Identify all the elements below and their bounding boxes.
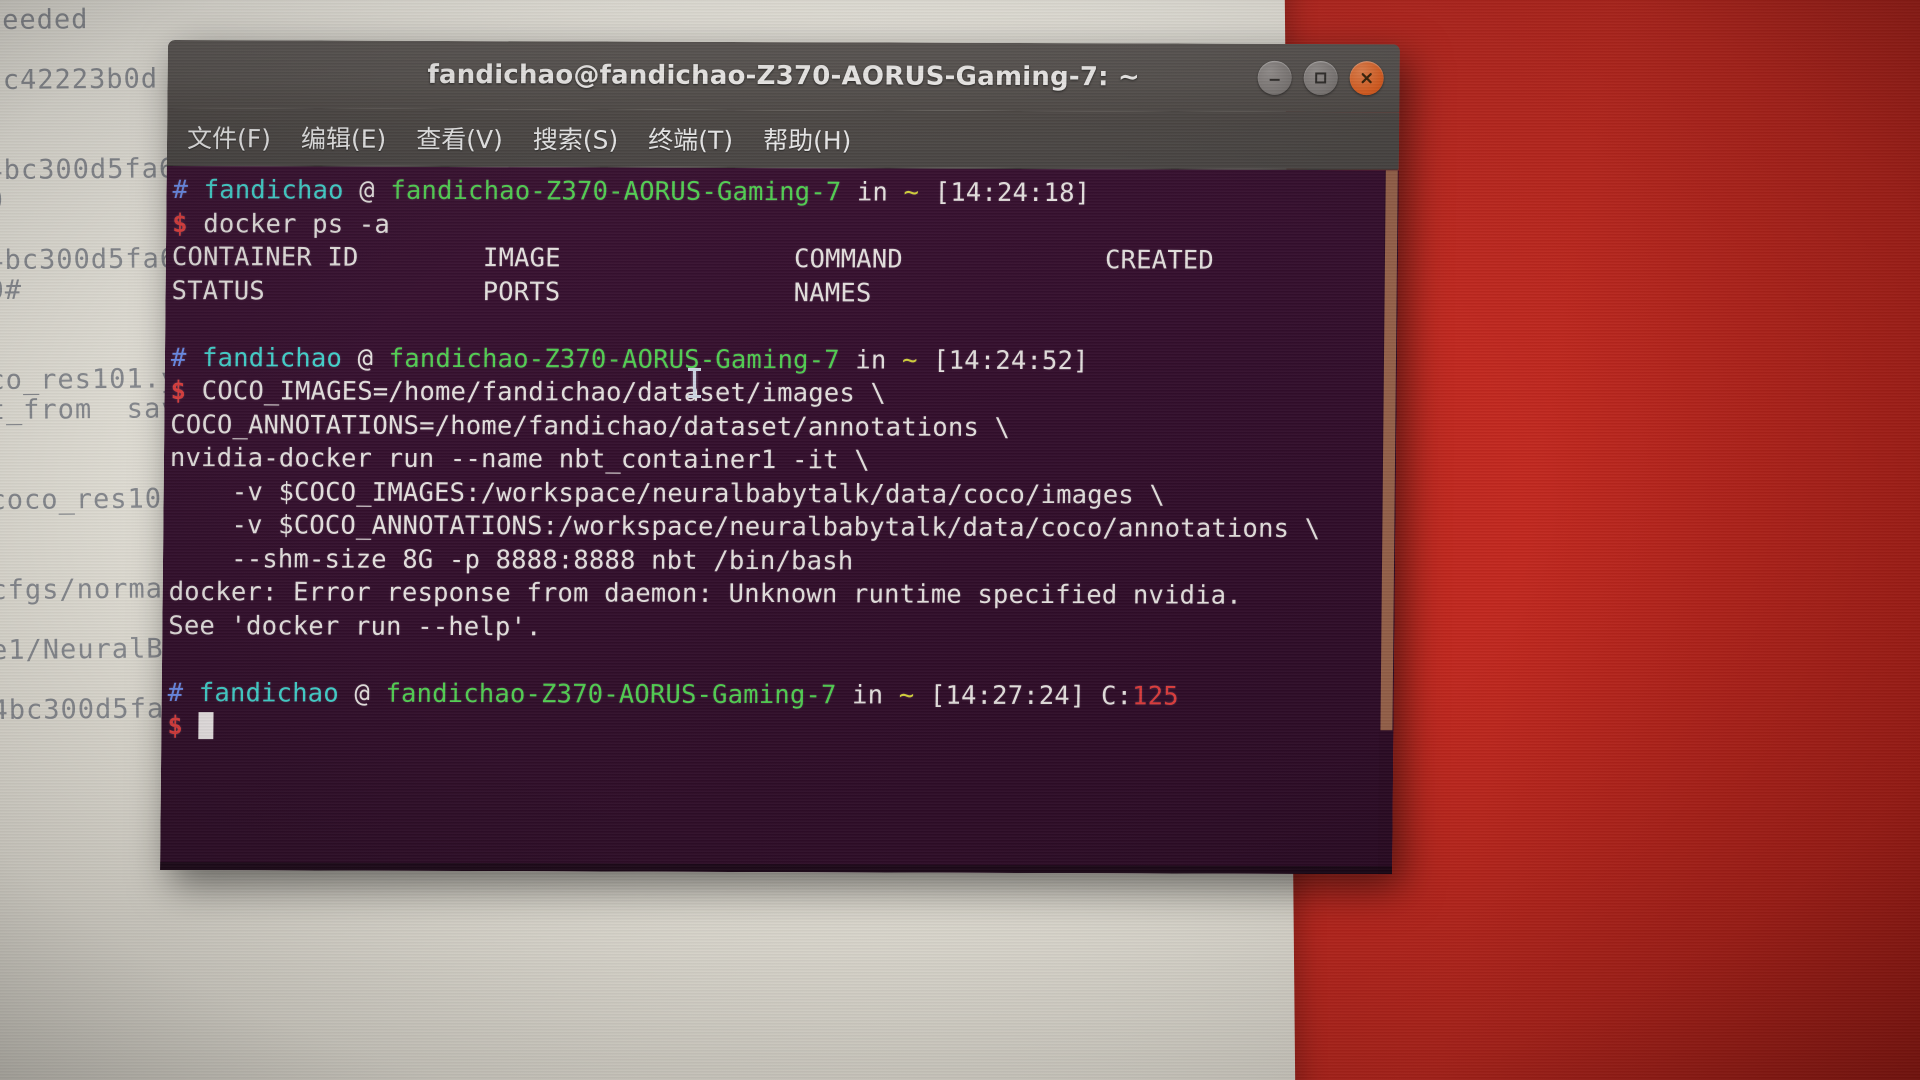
- menu-item-file[interactable]: 文件(F): [183, 117, 275, 157]
- window-controls[interactable]: [1257, 60, 1384, 96]
- menu-item-search[interactable]: 搜索(S): [529, 118, 623, 158]
- exit-code-label: C:: [1100, 680, 1133, 711]
- prompt-at: @: [357, 343, 374, 374]
- prompt-hash: #: [167, 677, 184, 708]
- prompt-hash: #: [172, 175, 189, 206]
- command-text: COCO_IMAGES=/home/fandichao/dataset/imag…: [201, 376, 887, 409]
- command-continuation-line: -v $COCO_IMAGES:/workspace/neuralbabytal…: [169, 476, 1166, 510]
- exit-code-value: 125: [1131, 680, 1179, 712]
- prompt-line: # fandichao @ fandichao-Z370-AORUS-Gamin…: [172, 174, 1398, 212]
- prompt-line: # fandichao @ fandichao-Z370-AORUS-Gamin…: [171, 342, 1397, 380]
- prompt-dollar: $: [167, 710, 184, 742]
- prompt-tilde: ~: [901, 345, 918, 376]
- menubar[interactable]: 文件(F) 编辑(E) 查看(V) 搜索(S) 终端(T) 帮助(H): [166, 107, 1400, 171]
- prompt-dollar: $: [172, 208, 188, 239]
- prompt-user: fandichao: [203, 175, 344, 206]
- output-line: CONTAINER ID IMAGE COMMAND CREATED: [171, 242, 1215, 276]
- prompt-timestamp: [14:27:24]: [929, 680, 1086, 711]
- prompt-host: fandichao-Z370-AORUS-Gaming-7: [390, 175, 842, 208]
- menu-item-edit[interactable]: 编辑(E): [297, 117, 391, 157]
- menu-item-help[interactable]: 帮助(H): [759, 119, 856, 159]
- prompt-host: fandichao-Z370-AORUS-Gaming-7: [385, 678, 837, 710]
- minimize-icon: [1269, 78, 1280, 81]
- prompt-user: fandichao: [198, 677, 339, 709]
- prompt-line: # fandichao @ fandichao-Z370-AORUS-Gamin…: [168, 676, 1394, 714]
- active-command-line[interactable]: $: [167, 710, 1393, 748]
- maximize-icon: [1315, 72, 1327, 84]
- command-continuation-line: nvidia-docker run --name nbt_container1 …: [169, 443, 870, 476]
- prompt-at: @: [359, 175, 375, 206]
- text-cursor: [198, 712, 214, 740]
- prompt-at: @: [354, 678, 371, 709]
- ibeam-cursor-icon: [688, 368, 701, 398]
- output-line: STATUS PORTS NAMES: [171, 275, 872, 308]
- command-continuation-line: COCO_ANNOTATIONS=/home/fandichao/dataset…: [170, 409, 1011, 443]
- prompt-tilde: ~: [903, 177, 920, 208]
- prompt-timestamp: [14:24:52]: [933, 345, 1089, 376]
- prompt-in: in: [856, 177, 889, 208]
- command-text: docker ps -a: [203, 208, 391, 240]
- maximize-button[interactable]: [1303, 60, 1338, 96]
- prompt-dollar: $: [170, 376, 187, 407]
- photo-stage: needed 5c42223b0d ) 4bc300d5fa6 0 4bc300…: [0, 0, 1920, 1080]
- minimize-button[interactable]: [1257, 60, 1292, 95]
- error-output-line: See 'docker run --help'.: [168, 610, 542, 642]
- command-continuation-line: -v $COCO_ANNOTATIONS:/workspace/neuralba…: [169, 509, 1321, 545]
- command-line: $ docker ps -a: [172, 208, 1398, 246]
- close-icon: [1361, 73, 1372, 84]
- titlebar[interactable]: fandichao@fandichao-Z370-AORUS-Gaming-7:…: [167, 40, 1401, 113]
- close-button[interactable]: [1349, 61, 1384, 96]
- prompt-hash: #: [170, 342, 187, 373]
- command-line: $ COCO_IMAGES=/home/fandichao/dataset/im…: [170, 375, 1396, 413]
- menu-item-terminal[interactable]: 终端(T): [644, 118, 737, 158]
- prompt-in: in: [851, 679, 884, 710]
- prompt-host: fandichao-Z370-AORUS-Gaming-7: [388, 343, 840, 375]
- prompt-user: fandichao: [201, 342, 343, 374]
- window-title: fandichao@fandichao-Z370-AORUS-Gaming-7:…: [427, 59, 1141, 93]
- prompt-in: in: [855, 344, 887, 376]
- command-continuation-line: --shm-size 8G -p 8888:8888 nbt /bin/bash: [168, 543, 854, 576]
- prompt-timestamp: [14:24:18]: [934, 177, 1091, 209]
- prompt-tilde: ~: [898, 680, 915, 711]
- error-output-line: docker: Error response from daemon: Unkn…: [168, 576, 1242, 611]
- terminal-output-area[interactable]: # fandichao @ fandichao-Z370-AORUS-Gamin…: [160, 165, 1399, 875]
- terminal-window[interactable]: fandichao@fandichao-Z370-AORUS-Gaming-7:…: [160, 40, 1401, 875]
- menu-item-view[interactable]: 查看(V): [412, 117, 507, 157]
